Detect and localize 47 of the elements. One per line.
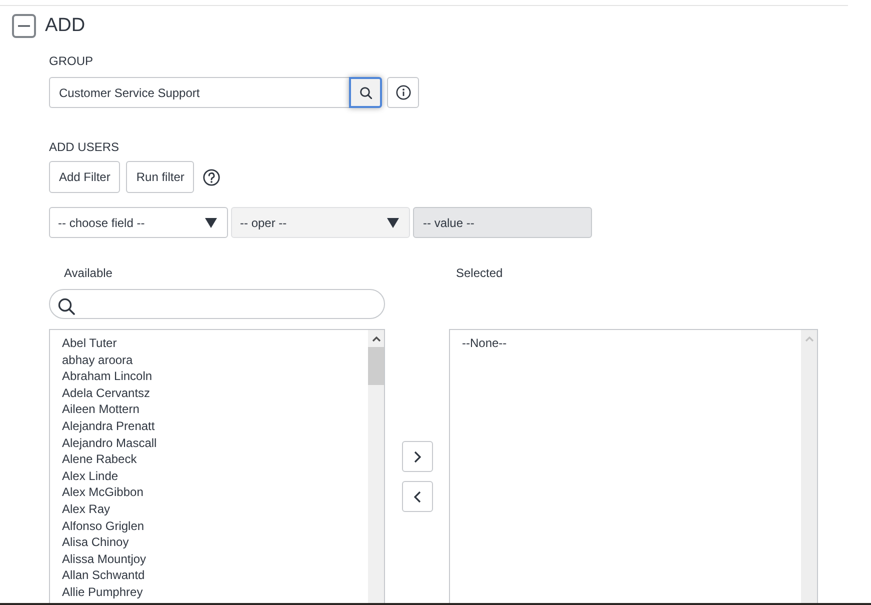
available-list[interactable] xyxy=(49,329,385,603)
list-option[interactable]: Alejandro Mascall xyxy=(50,434,368,452)
field-label: GROUP xyxy=(49,54,94,68)
search-icon xyxy=(58,298,75,314)
lookup-button[interactable] xyxy=(349,77,382,108)
list-option[interactable]: Aileen Mottern xyxy=(50,401,368,418)
selected-list[interactable]: --None-- xyxy=(449,329,818,603)
list-option[interactable]: Alisa Chinoy xyxy=(50,534,368,551)
move-right-button[interactable] xyxy=(402,441,432,472)
list-option[interactable]: Alejandra Prenatt xyxy=(50,418,368,435)
search-icon xyxy=(360,86,372,98)
chevron-left-icon xyxy=(414,490,420,502)
search-field[interactable] xyxy=(49,289,385,319)
run-filter-button[interactable]: Run filter xyxy=(126,161,194,193)
info-icon xyxy=(396,85,410,100)
list-label: Available xyxy=(64,266,112,280)
move-left-button[interactable] xyxy=(402,481,432,512)
list-option[interactable]: Adela Cervantsz xyxy=(50,384,368,402)
list-option[interactable]: Abraham Lincoln xyxy=(50,368,368,385)
help-icon[interactable] xyxy=(203,168,220,186)
operator-select: -- oper -- xyxy=(231,207,410,238)
chevron-right-icon xyxy=(414,450,420,462)
scrollbar[interactable] xyxy=(368,330,384,603)
list-option[interactable]: Alex McGibbon xyxy=(50,484,368,501)
list-label: Selected xyxy=(456,266,503,280)
add-filter-button[interactable]: Add Filter xyxy=(49,161,120,193)
list-option[interactable]: Alex Ray xyxy=(50,500,368,518)
field-label: ADD USERS xyxy=(49,140,120,154)
info-button[interactable] xyxy=(387,77,419,108)
scroll-up-icon[interactable] xyxy=(372,336,380,342)
list-option[interactable]: Allie Pumphrey xyxy=(50,584,368,600)
list-option[interactable]: Allan Schwantd xyxy=(50,567,368,584)
collapse-icon[interactable] xyxy=(12,14,36,38)
caret-icon xyxy=(387,218,399,228)
list-option[interactable]: abhay aroora xyxy=(50,352,368,368)
field-select[interactable]: -- choose field -- xyxy=(49,207,228,238)
list-option[interactable]: Alfonso Griglen xyxy=(50,518,368,534)
section-title: ADD xyxy=(45,14,86,38)
list-option[interactable]: Alene Rabeck xyxy=(50,451,368,468)
list-option[interactable]: Abel Tuter xyxy=(50,335,368,352)
scrollbar-thumb[interactable] xyxy=(368,347,384,385)
group-field[interactable]: Customer Service Support xyxy=(49,77,349,108)
list-option[interactable]: Alex Linde xyxy=(50,468,368,484)
list-option[interactable]: --None-- xyxy=(450,335,801,352)
scrollbar[interactable] xyxy=(801,330,817,603)
list-option[interactable]: Alissa Mountjoy xyxy=(50,550,368,568)
caret-icon xyxy=(205,218,217,228)
